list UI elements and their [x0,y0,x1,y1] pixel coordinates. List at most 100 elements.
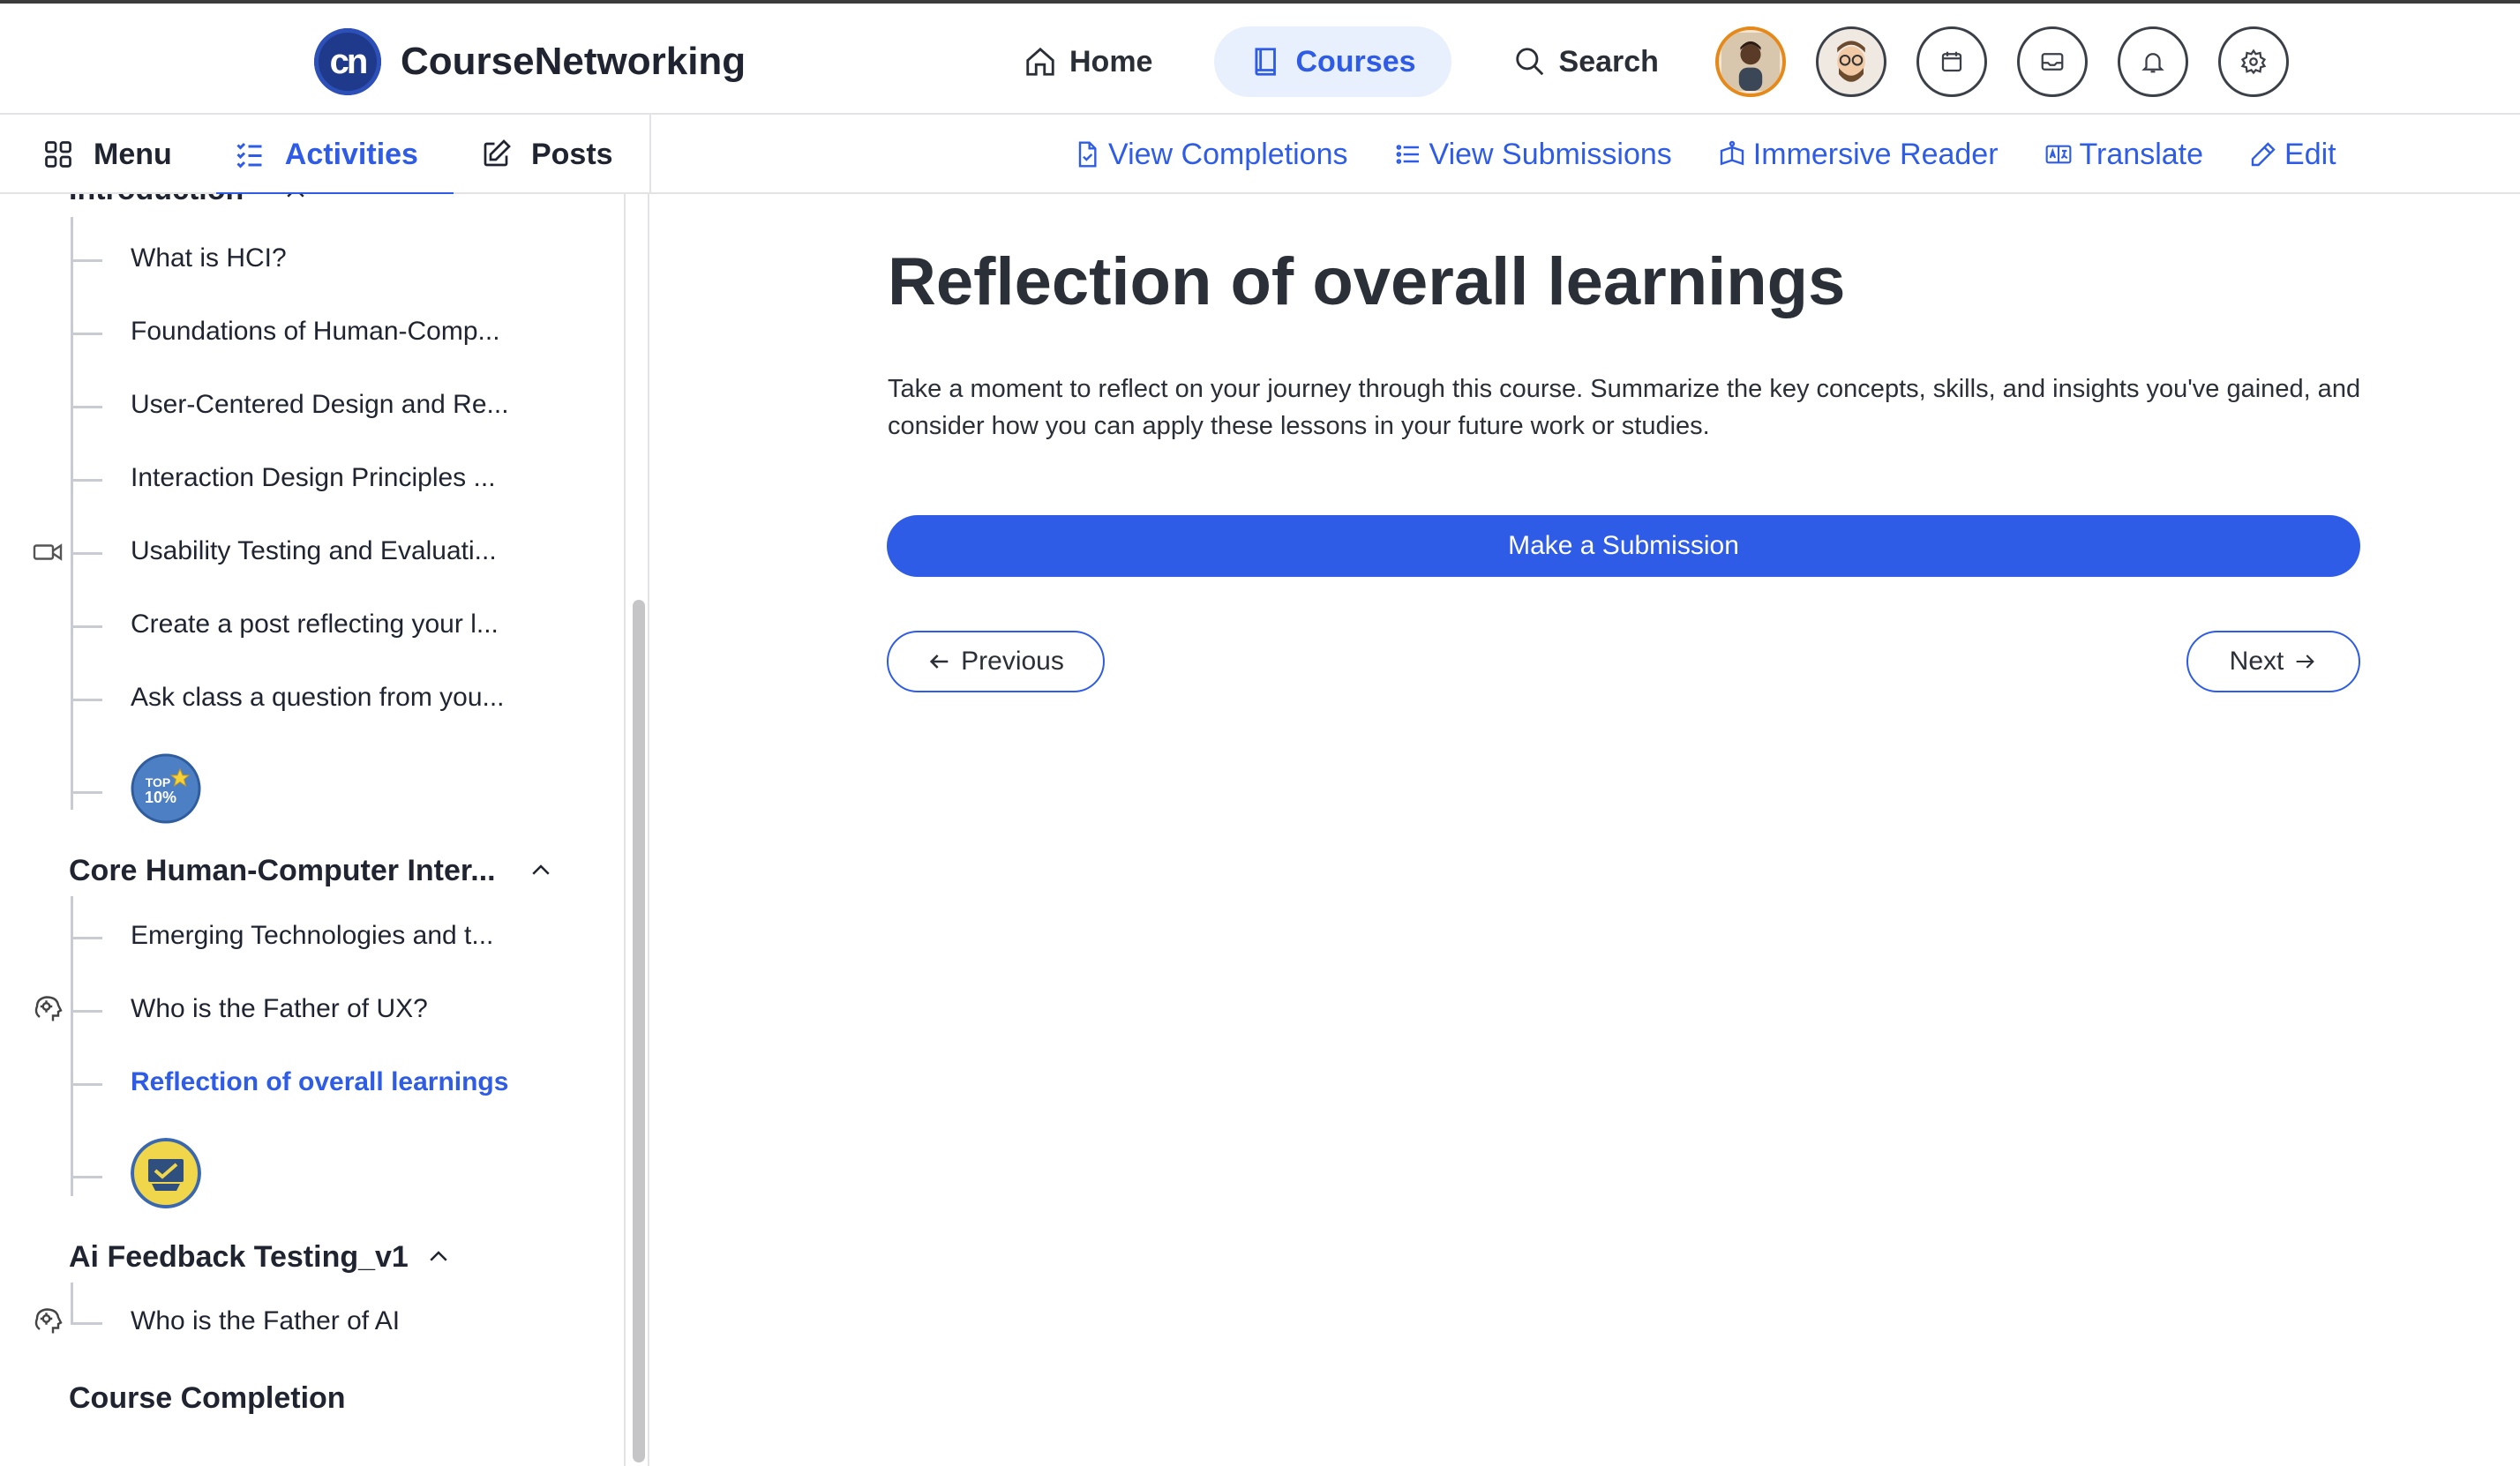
checklist-icon [236,142,262,168]
chevron-up-icon[interactable] [282,194,309,206]
gear-icon [2240,49,2267,75]
settings-button[interactable] [2218,26,2289,97]
tree-branch [71,333,102,335]
translate-label: Translate [2079,137,2204,171]
top-10-badge-icon[interactable]: TOP 10% [131,753,201,824]
tree-connector [71,217,73,810]
edit-link[interactable]: Edit [2249,138,2336,172]
sidebar-tabs: Menu Activities Posts [0,115,651,196]
grid-icon [45,141,71,168]
brain-icon [34,1308,63,1334]
previous-label: Previous [961,647,1064,676]
nav-courses-label: Courses [1295,44,1416,79]
page-title: Reflection of overall learnings [888,244,1846,319]
pencil-icon [2251,142,2276,167]
nav-courses[interactable]: Courses [1214,26,1451,97]
tab-activities-label: Activities [284,137,418,171]
cartoon-avatar-icon [1820,31,1882,93]
tree-connector [71,896,73,1196]
edit-square-icon [484,139,511,167]
section-title-ai-feedback[interactable]: Ai Feedback Testing_v1 [69,1240,409,1275]
calendar-button[interactable] [1916,26,1987,97]
tree-branch [71,479,102,482]
list-item[interactable]: Usability Testing and Evaluati... [131,536,497,566]
nav-home[interactable]: Home [988,26,1188,97]
chevron-up-icon[interactable] [528,857,554,884]
previous-button[interactable]: Previous [887,631,1105,692]
tree-branch [71,552,102,555]
section-title-course-completion[interactable]: Course Completion [69,1381,346,1416]
tree-branch [71,1322,102,1325]
list-item[interactable]: User-Centered Design and Re... [131,390,509,420]
course-toolbar: Menu Activities Posts View Completions V… [0,115,2520,196]
view-completions-link[interactable]: View Completions [1073,138,1348,172]
list-item[interactable]: Foundations of Human-Comp... [131,317,500,347]
sidebar-scrollbar-thumb[interactable] [633,600,645,1462]
top-navbar: cn CourseNetworking Home Courses Search [0,0,2520,115]
mail-button[interactable] [2017,26,2088,97]
tree-branch [71,1083,102,1086]
tree-branch [71,1176,102,1178]
tab-posts[interactable]: Posts [462,115,631,194]
brand-name[interactable]: CourseNetworking [401,40,746,84]
list-item[interactable]: Ask class a question from you... [131,683,505,713]
tree-branch [71,699,102,701]
section-title-core-hci[interactable]: Core Human-Computer Inter... [69,854,496,888]
list-item[interactable]: Who is the Father of UX? [131,994,428,1024]
tree-connector [71,1283,73,1325]
immersive-reader-link[interactable]: Immersive Reader [1718,138,1999,172]
tree-branch [71,259,102,262]
notifications-button[interactable] [2118,26,2188,97]
list-item[interactable]: Emerging Technologies and t... [131,921,493,951]
person-photo-icon [1721,33,1780,91]
immersive-reader-label: Immersive Reader [1752,137,1999,171]
tree-branch [71,625,102,628]
tab-posts-label: Posts [530,137,613,171]
book-icon [1255,48,1277,76]
svg-text:10%: 10% [145,789,176,806]
list-item[interactable]: Create a post reflecting your l... [131,610,499,640]
list-item[interactable]: Interaction Design Principles ... [131,463,496,493]
profile-avatar[interactable] [1816,26,1886,97]
next-button[interactable]: Next [2186,631,2360,692]
tab-activities[interactable]: Activities [215,115,454,196]
edit-label: Edit [2284,137,2336,171]
top-icon-group [1715,26,2289,97]
tab-menu-label: Menu [94,137,172,171]
list-icon [1396,145,1419,164]
activities-sidebar: Introduction What is HCI? Foundations of… [0,194,626,1466]
completion-badge-icon[interactable] [131,1138,201,1208]
activity-description: Take a moment to reflect on your journey… [888,375,2361,440]
document-check-icon [1078,141,1097,168]
home-icon [1026,47,1054,76]
tab-menu[interactable]: Menu [25,115,190,194]
bell-icon [2141,53,2164,73]
list-item[interactable]: What is HCI? [131,243,287,273]
reader-icon [1720,140,1744,166]
nav-search-label: Search [1558,44,1659,79]
section-title-introduction[interactable]: Introduction [69,194,244,207]
tree-branch [71,791,102,794]
view-completions-label: View Completions [1108,137,1348,171]
nav-home-label: Home [1069,44,1153,79]
brand-logo[interactable]: cn [314,28,381,95]
tree-branch [71,937,102,939]
arrow-right-icon [2297,654,2315,669]
make-submission-button[interactable]: Make a Submission [887,515,2360,577]
translate-icon [2045,145,2071,164]
sidebar-divider [624,194,626,1466]
translate-link[interactable]: Translate [2044,138,2203,172]
view-submissions-link[interactable]: View Submissions [1394,138,1672,172]
main-nav: Home Courses Search [988,26,1694,97]
calendar-icon [1941,51,1962,72]
chevron-up-icon[interactable] [425,1244,452,1270]
svg-text:TOP: TOP [146,775,171,789]
list-item[interactable]: Who is the Father of AI [131,1306,400,1336]
user-avatar[interactable] [1715,26,1786,97]
list-item-current[interactable]: Reflection of overall learnings [131,1067,508,1097]
brand[interactable]: cn CourseNetworking [314,28,746,95]
video-icon [33,543,63,561]
nav-search[interactable]: Search [1478,26,1694,97]
tree-branch [71,406,102,408]
arrow-left-icon [929,654,949,669]
